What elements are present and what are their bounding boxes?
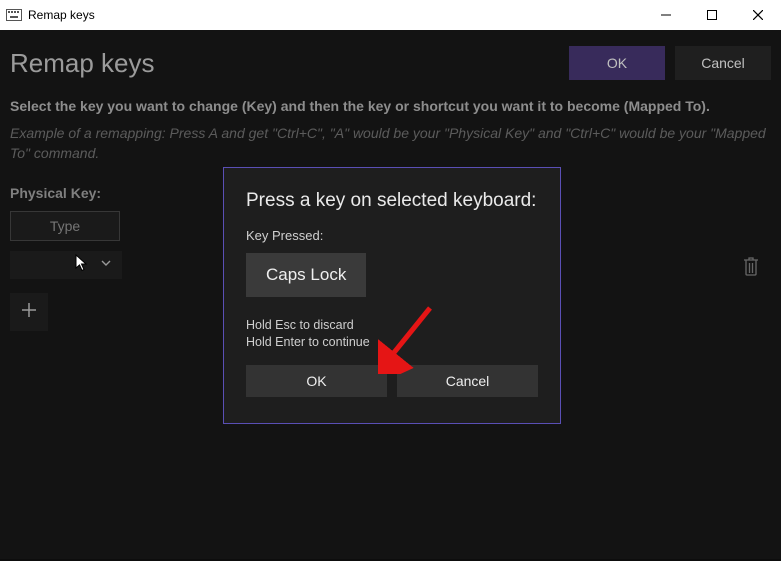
ok-button[interactable]: OK bbox=[569, 46, 665, 80]
hint-line-2: Hold Enter to continue bbox=[246, 334, 538, 351]
delete-mapping-button[interactable] bbox=[741, 255, 761, 282]
modal-button-row: OK Cancel bbox=[246, 365, 538, 397]
key-press-modal: Press a key on selected keyboard: Key Pr… bbox=[223, 167, 561, 424]
type-key-button[interactable]: Type bbox=[10, 211, 120, 241]
window-title: Remap keys bbox=[28, 8, 95, 22]
header-row: Remap keys OK Cancel bbox=[10, 38, 771, 98]
example-text: Example of a remapping: Press A and get … bbox=[10, 124, 771, 163]
plus-icon bbox=[21, 302, 37, 323]
modal-hint: Hold Esc to discard Hold Enter to contin… bbox=[246, 317, 538, 351]
add-mapping-button[interactable] bbox=[10, 293, 48, 331]
modal-ok-button[interactable]: OK bbox=[246, 365, 387, 397]
hint-line-1: Hold Esc to discard bbox=[246, 317, 538, 334]
cancel-button[interactable]: Cancel bbox=[675, 46, 771, 80]
physical-key-column: Type bbox=[10, 211, 122, 279]
chevron-down-icon bbox=[100, 256, 112, 274]
modal-cancel-button[interactable]: Cancel bbox=[397, 365, 538, 397]
app-icon bbox=[6, 9, 22, 21]
window-titlebar: Remap keys bbox=[0, 0, 781, 30]
key-pressed-label: Key Pressed: bbox=[246, 228, 538, 243]
trash-icon bbox=[741, 264, 761, 281]
pressed-key-chip: Caps Lock bbox=[246, 253, 366, 297]
window-maximize-button[interactable] bbox=[689, 0, 735, 30]
window-close-button[interactable] bbox=[735, 0, 781, 30]
instruction-text: Select the key you want to change (Key) … bbox=[10, 98, 771, 114]
window-minimize-button[interactable] bbox=[643, 0, 689, 30]
physical-key-select[interactable] bbox=[10, 251, 122, 279]
modal-title: Press a key on selected keyboard: bbox=[246, 190, 538, 212]
page-title: Remap keys bbox=[10, 48, 569, 79]
